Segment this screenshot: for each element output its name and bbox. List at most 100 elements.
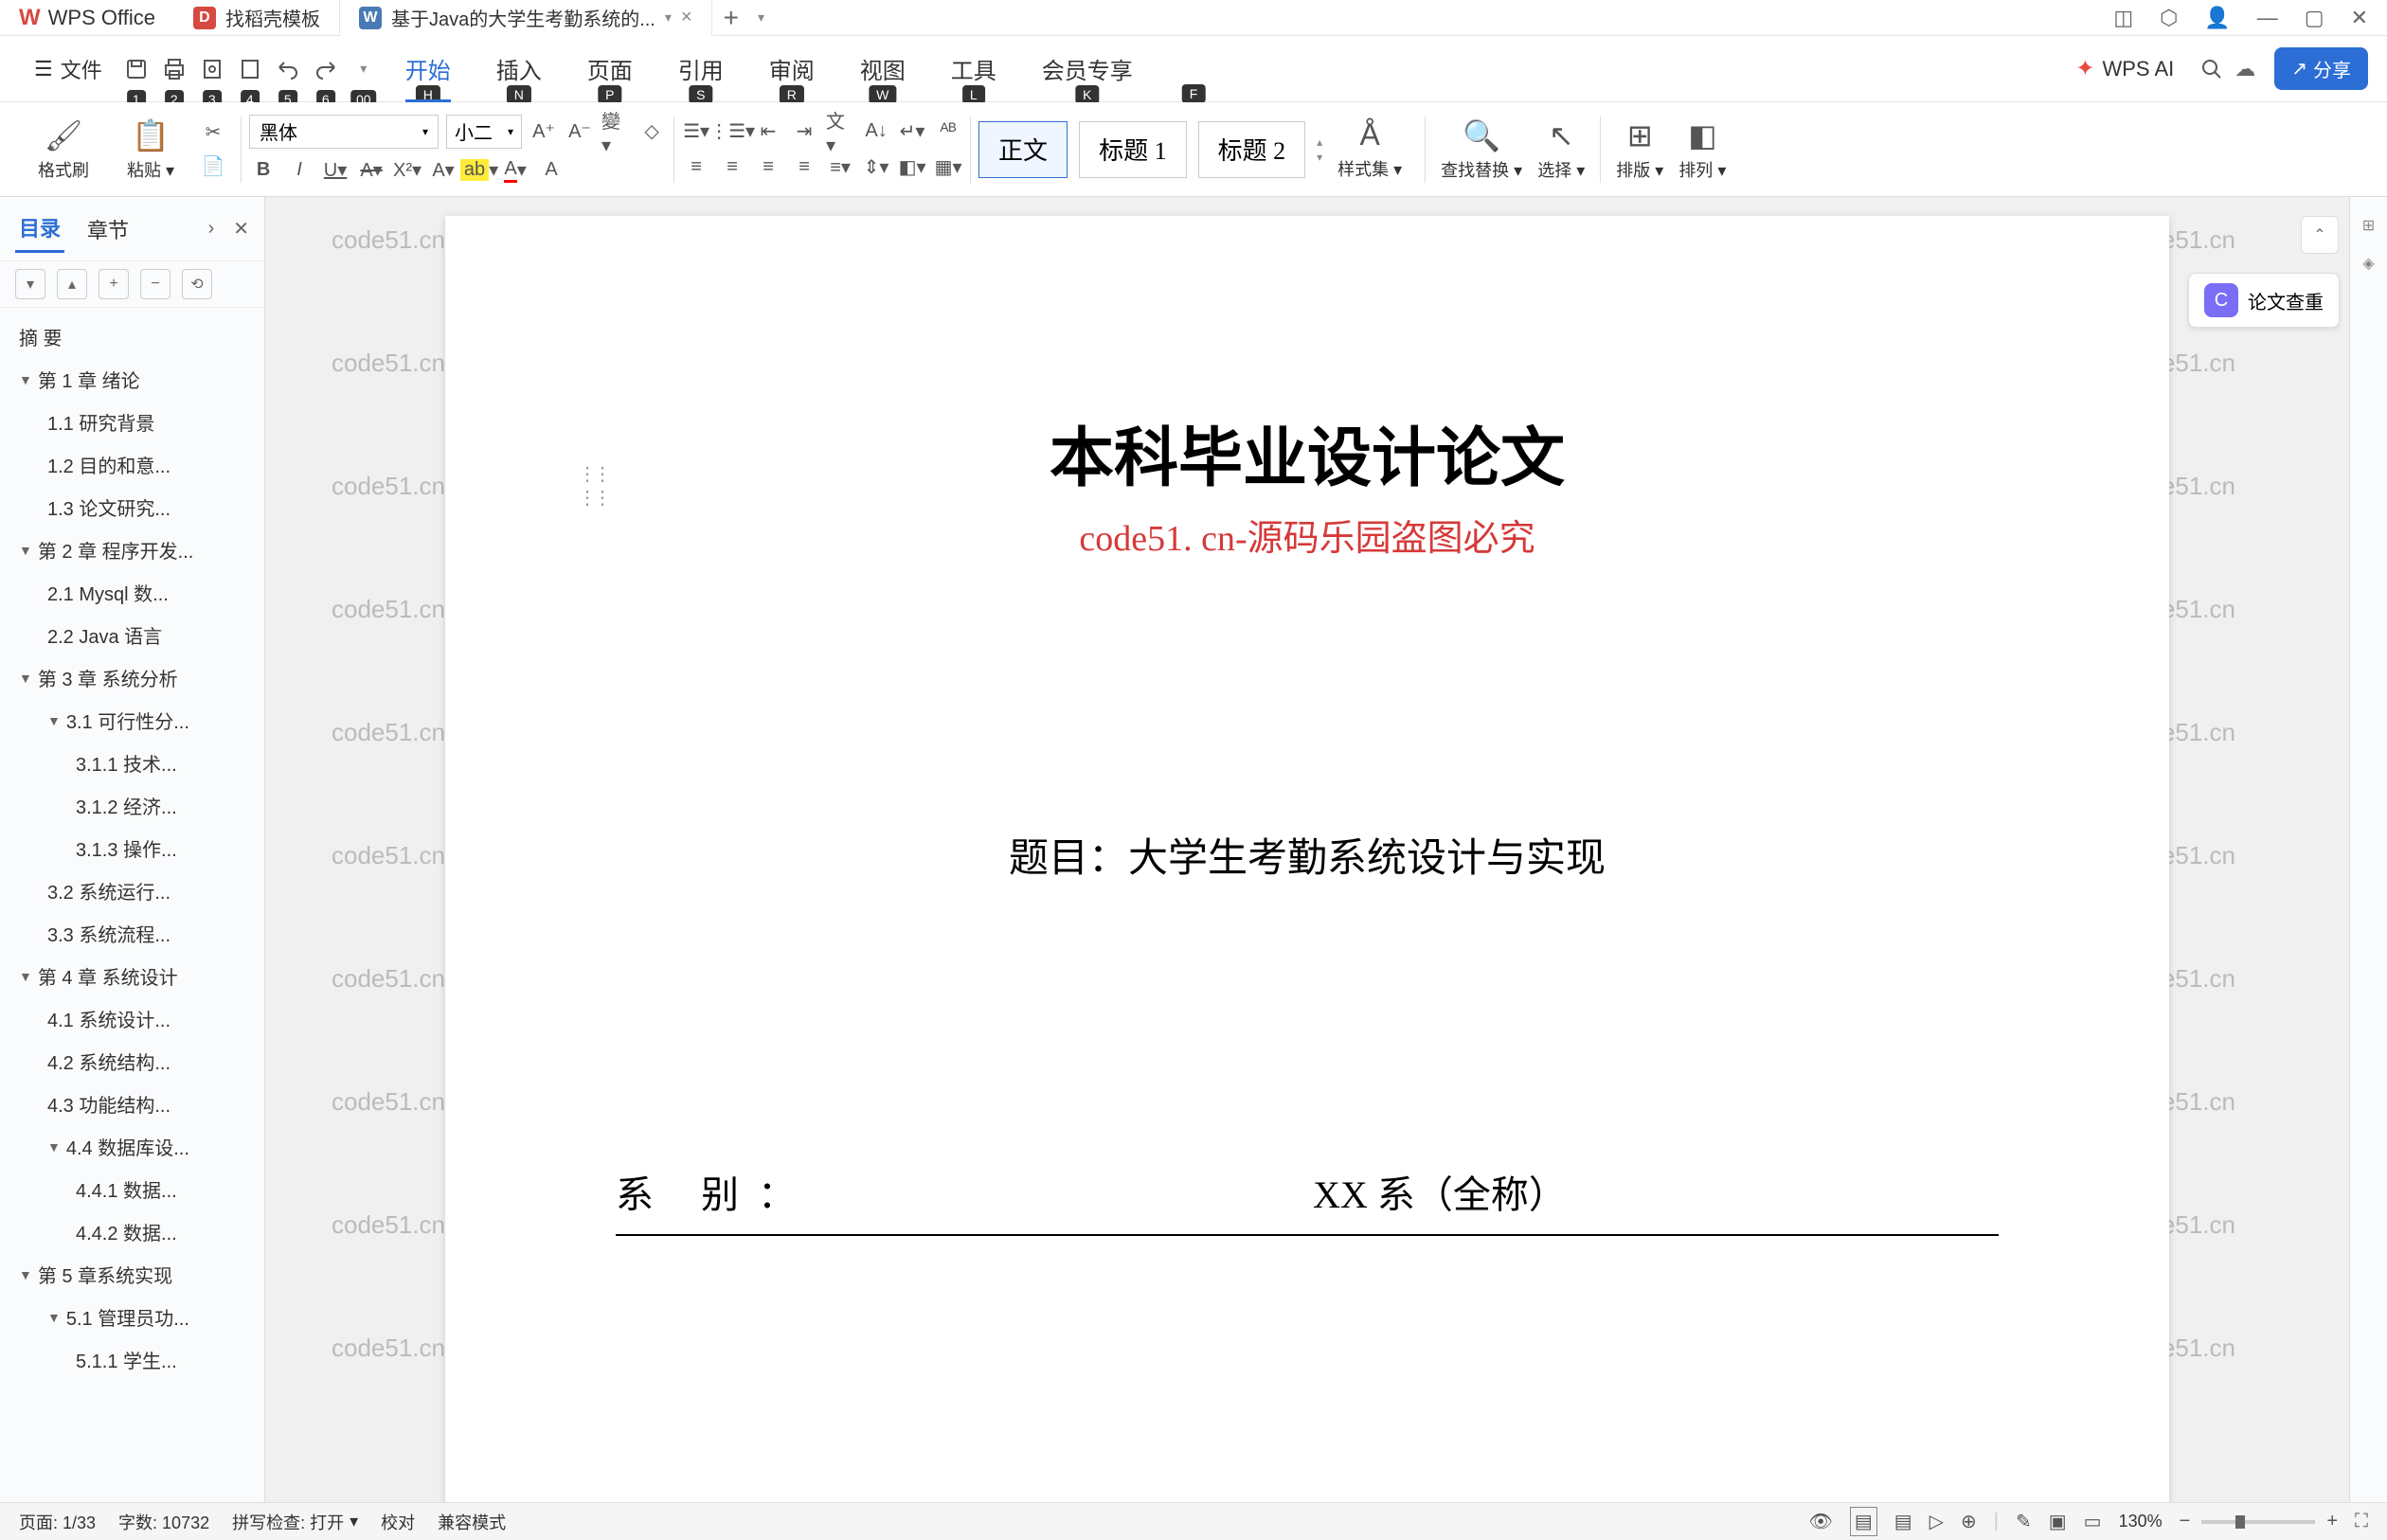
status-words[interactable]: 字数: 10732 [118,1510,209,1534]
tree-item[interactable]: 4.1 系统设计... [0,997,264,1040]
nav-next-icon[interactable]: › [208,218,215,240]
layout-button[interactable]: ⊞ 排版 ▾ [1608,114,1671,186]
style-heading1[interactable]: 标题 1 [1079,121,1187,178]
font-size-select[interactable]: 小二▾ [446,115,522,149]
tree-item[interactable]: 4.4.2 数据... [0,1210,264,1253]
status-spell[interactable]: 拼写检查: 打开 ▾ [232,1510,358,1534]
text-effect-icon[interactable]: A▾ [429,156,458,185]
tree-caret-icon[interactable]: ▼ [19,671,32,686]
wps-ai-button[interactable]: ✦ WPS AI [2060,55,2189,82]
italic-icon[interactable]: I [285,156,314,185]
style-body[interactable]: 正文 [978,121,1068,178]
fit-icon[interactable]: ▣ [2049,1510,2067,1533]
sidebar-tool-icon[interactable]: ⊞ [2362,216,2375,235]
tab-templates[interactable]: D 找稻壳模板 [174,0,340,36]
web-view-icon[interactable]: ⊕ [1961,1510,1977,1533]
avatar-icon[interactable]: 👤 [2204,6,2230,30]
tree-caret-icon[interactable]: ▼ [19,372,32,387]
qa-undo[interactable]: 5 [271,52,305,86]
menu-insert[interactable]: 插入N [474,36,565,102]
cut-icon[interactable]: ✂ [199,118,227,147]
tree-item[interactable]: 3.1.1 技术... [0,742,264,784]
select-button[interactable]: ↖ 选择 ▾ [1530,114,1592,186]
bold-icon[interactable]: B [249,156,278,185]
increase-font-icon[interactable]: A⁺ [529,117,558,146]
cloud-icon[interactable]: ☁ [2234,57,2255,81]
tree-item[interactable]: 2.1 Mysql 数... [0,571,264,614]
tree-item[interactable]: ▼第 2 章 程序开发... [0,528,264,571]
tab-menu-icon[interactable]: ▾ [665,9,672,26]
find-replace-button[interactable]: 🔍 查找替换 ▾ [1433,114,1530,186]
tree-item[interactable]: ▼第 4 章 系统设计 [0,955,264,997]
cube-icon[interactable]: ⬡ [2160,6,2178,30]
share-button[interactable]: ↗ 分享 [2274,47,2368,90]
tree-item[interactable]: 4.2 系统结构... [0,1040,264,1083]
minimize-icon[interactable]: — [2257,6,2278,30]
bullet-list-icon[interactable]: ☰▾ [682,117,710,146]
search-icon[interactable] [2200,58,2223,81]
sort-icon[interactable]: A↓ [862,117,890,146]
menu-home[interactable]: 开始H [383,36,474,102]
zoom-percent[interactable]: 130% [2119,1512,2163,1531]
menu-tools[interactable]: 工具L [928,36,1019,102]
tree-item[interactable]: 4.3 功能结构... [0,1083,264,1125]
tree-item[interactable]: 4.4.1 数据... [0,1168,264,1210]
tree-caret-icon[interactable]: ▼ [47,1310,61,1325]
nav-expand-down-icon[interactable]: ▾ [15,269,45,299]
tree-item[interactable]: 1.3 论文研究... [0,486,264,528]
tree-item[interactable]: 3.2 系统运行... [0,869,264,912]
menu-page[interactable]: 页面P [565,36,655,102]
vertical-text-icon[interactable]: ᴬᴮ [934,117,962,146]
nav-remove-icon[interactable]: − [140,269,170,299]
zoom-slider[interactable] [2201,1520,2315,1524]
plagiarism-check-button[interactable]: C 论文查重 [2188,273,2340,328]
menu-ref[interactable]: 引用S [655,36,746,102]
outline-view-icon[interactable]: ▤ [1894,1510,1912,1533]
text-direction-icon[interactable]: 文▾ [826,117,854,146]
tree-item[interactable]: ▼5.1 管理员功... [0,1296,264,1338]
window-multi-icon[interactable]: ◫ [2113,6,2133,30]
arrange-button[interactable]: ◧ 排列 ▾ [1671,114,1733,186]
page-drag-handle[interactable]: ⋮⋮⋮⋮ [578,462,608,510]
number-list-icon[interactable]: ⋮☰▾ [718,117,746,146]
tab-document[interactable]: W 基于Java的大学生考勤系统的... ▾ × [340,0,712,36]
align-center-icon[interactable]: ≡ [718,153,746,182]
close-window-icon[interactable]: ✕ [2351,6,2368,30]
status-proof[interactable]: 校对 [381,1510,415,1534]
tree-caret-icon[interactable]: ▼ [19,969,32,984]
zoom-out-icon[interactable]: − [2180,1511,2191,1532]
status-compat[interactable]: 兼容模式 [438,1510,506,1534]
nav-tab-chapter[interactable]: 章节 [83,206,133,252]
tree-caret-icon[interactable]: ▼ [47,713,61,728]
line-spacing-icon[interactable]: ⇕▾ [862,153,890,182]
document-area[interactable]: code51.cncode51.cncode51.cncode51.cncode… [265,197,2349,1502]
nav-collapse-up-icon[interactable]: ▴ [57,269,87,299]
tree-item[interactable]: ▼3.1 可行性分... [0,699,264,742]
nav-close-icon[interactable]: ✕ [233,217,249,241]
qa-preview[interactable]: 3 [195,52,229,86]
tree-caret-icon[interactable]: ▼ [19,1267,32,1282]
menu-member[interactable]: 会员专享K [1019,36,1156,102]
nav-refresh-icon[interactable]: ⟲ [182,269,212,299]
file-menu[interactable]: ☰ 文件 F [19,54,117,84]
close-icon[interactable]: × [681,7,692,28]
paste-button[interactable]: 📋 粘贴 ▾ [119,114,182,186]
qa-print[interactable]: 2 [157,52,191,86]
tree-item[interactable]: ▼第 3 章 系统分析 [0,656,264,699]
tree-item[interactable]: 摘 要 [0,315,264,358]
copy-icon[interactable]: 📄 [199,152,227,181]
superscript-icon[interactable]: X²▾ [393,156,422,185]
decrease-indent-icon[interactable]: ⇤ [754,117,782,146]
nav-tab-toc[interactable]: 目录 [15,205,64,253]
tree-item[interactable]: 1.1 研究背景 [0,401,264,443]
highlight-icon[interactable]: ab▾ [465,156,494,185]
maximize-icon[interactable]: ▢ [2305,6,2324,30]
tree-item[interactable]: ▼4.4 数据库设... [0,1125,264,1168]
strike-icon[interactable]: A▾ [357,156,386,185]
qa-more[interactable]: ▾00 [347,52,381,86]
read-view-icon[interactable]: ▷ [1929,1510,1944,1533]
qa-save[interactable]: 1 [119,52,153,86]
tree-caret-icon[interactable]: ▼ [19,543,32,558]
eye-icon[interactable]: 👁 [1808,1510,1832,1533]
tree-item[interactable]: 3.1.2 经济... [0,784,264,827]
